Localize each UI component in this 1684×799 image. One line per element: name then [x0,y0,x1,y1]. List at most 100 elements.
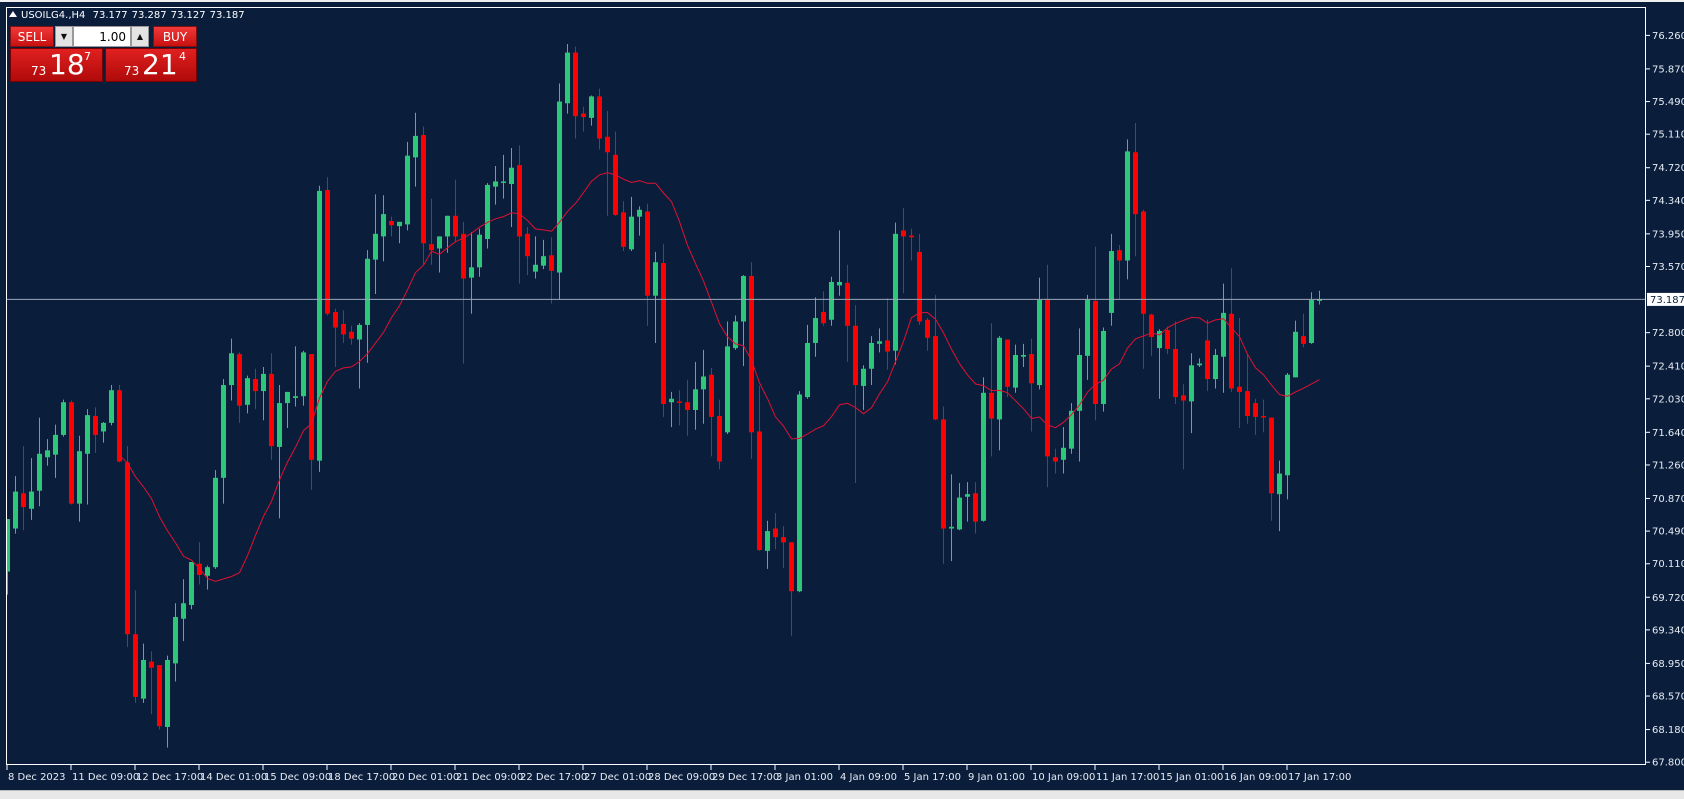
time-tick-label: 17 Jan 17:00 [1288,772,1351,783]
buy-price-button[interactable]: 73 21 4 [105,48,197,82]
candle [1197,358,1202,368]
chart-window[interactable]: 76.260 75.870 75.490 75.110 74.720 74.340 73.9… [0,2,1684,790]
candle [789,542,794,636]
candle [1061,427,1066,474]
candle-body [789,542,794,592]
candle-body [925,319,930,338]
sell-button[interactable]: SELL [10,26,54,47]
sell-price-button[interactable]: 73 18 7 [10,48,103,82]
candle-body [885,340,890,352]
time-tick-label: 29 Dec 17:00 [712,772,779,783]
candle-body [237,354,242,406]
candle-body [533,264,538,272]
candle [309,354,314,490]
candle-body [517,165,522,237]
candle-body [125,462,130,635]
candle [925,318,930,351]
price-tick-label: 69.340 [1652,625,1684,636]
time-tick-label: 3 Jan 01:00 [776,772,833,783]
candle-body [205,567,210,576]
price-tick-label: 71.260 [1652,460,1684,471]
candle [877,328,882,353]
price-tick-label: 75.490 [1652,97,1684,108]
candle [933,294,938,421]
candle [381,195,386,262]
candle-body [389,220,394,226]
time-tick-label: 20 Dec 01:00 [392,772,459,783]
price-tick-label: 75.870 [1652,64,1684,75]
candle [629,196,634,252]
candle-body [525,233,530,257]
candle-body [853,325,858,386]
candle [1301,313,1306,348]
buy-button[interactable]: BUY [153,26,197,47]
candle-body [1229,313,1234,389]
candle [245,375,250,414]
candle [565,43,570,114]
candle [413,112,418,187]
candle-body [781,537,786,543]
candle [261,367,266,421]
candle [373,194,378,294]
candle-body [37,453,42,491]
candle-body [805,342,810,398]
time-axis: 8 Dec 2023 11 Dec 09:0012 Dec 17:0014 Dec… [6,765,1351,783]
candle-body [1285,374,1290,476]
candle [1021,343,1026,368]
candle-body [741,275,746,322]
candle [645,203,650,326]
candle [1213,348,1218,389]
candle [1317,290,1322,305]
candle-body [1205,340,1210,380]
candle [1309,292,1314,344]
candle [317,185,322,472]
candle [1261,399,1266,433]
candle [677,390,682,426]
candle-body [765,531,770,551]
candle [573,46,578,139]
symbol-header: USOILG4.,H4 73.177 73.287 73.127 73.187 [9,10,249,21]
candle [1053,448,1058,474]
candle [1109,233,1114,326]
candle-body [109,390,114,423]
candle [341,310,346,343]
one-click-trading-panel: SELL ▼ ▲ BUY 73 18 7 73 21 4 [10,26,197,82]
candle-body [469,267,474,278]
candle-body [221,385,226,478]
candle [765,520,770,569]
price-axis: 76.260 75.870 75.490 75.110 74.720 74.340 73.9… [1646,31,1684,769]
lot-decrease-arrow-icon[interactable]: ▼ [55,26,73,47]
candle-body [1061,447,1066,460]
candle [1149,313,1154,356]
candle [1173,321,1178,404]
candle-body [1309,300,1314,343]
candle [1285,373,1290,500]
collapse-triangle-icon[interactable] [9,11,17,17]
price-tick-label: 74.720 [1652,163,1684,174]
candle-body [301,352,306,397]
candle-body [813,318,818,343]
lot-increase-arrow-icon[interactable]: ▲ [131,26,149,47]
price-chart[interactable]: 76.260 75.870 75.490 75.110 74.720 74.340 73.9… [0,2,1684,790]
candle-body [581,113,586,118]
price-tick-label: 75.110 [1652,130,1684,141]
candle-body [189,562,194,605]
candle-body [69,402,74,504]
candle [1013,344,1018,393]
time-tick-label: 9 Jan 01:00 [968,772,1025,783]
candle [469,232,474,314]
candle [1189,353,1194,434]
time-tick-label: 28 Dec 09:00 [648,772,715,783]
candle-body [493,181,498,187]
candle [909,228,914,261]
candle-body [1029,354,1034,384]
time-tick-label: 27 Dec 01:00 [584,772,651,783]
candle-body [701,376,706,390]
candle-body [973,493,978,522]
candle-body [45,450,50,458]
candle [845,264,850,362]
candle-body [1109,251,1114,313]
candle [597,88,602,150]
lot-size-input[interactable] [73,26,131,47]
candle [109,385,114,426]
